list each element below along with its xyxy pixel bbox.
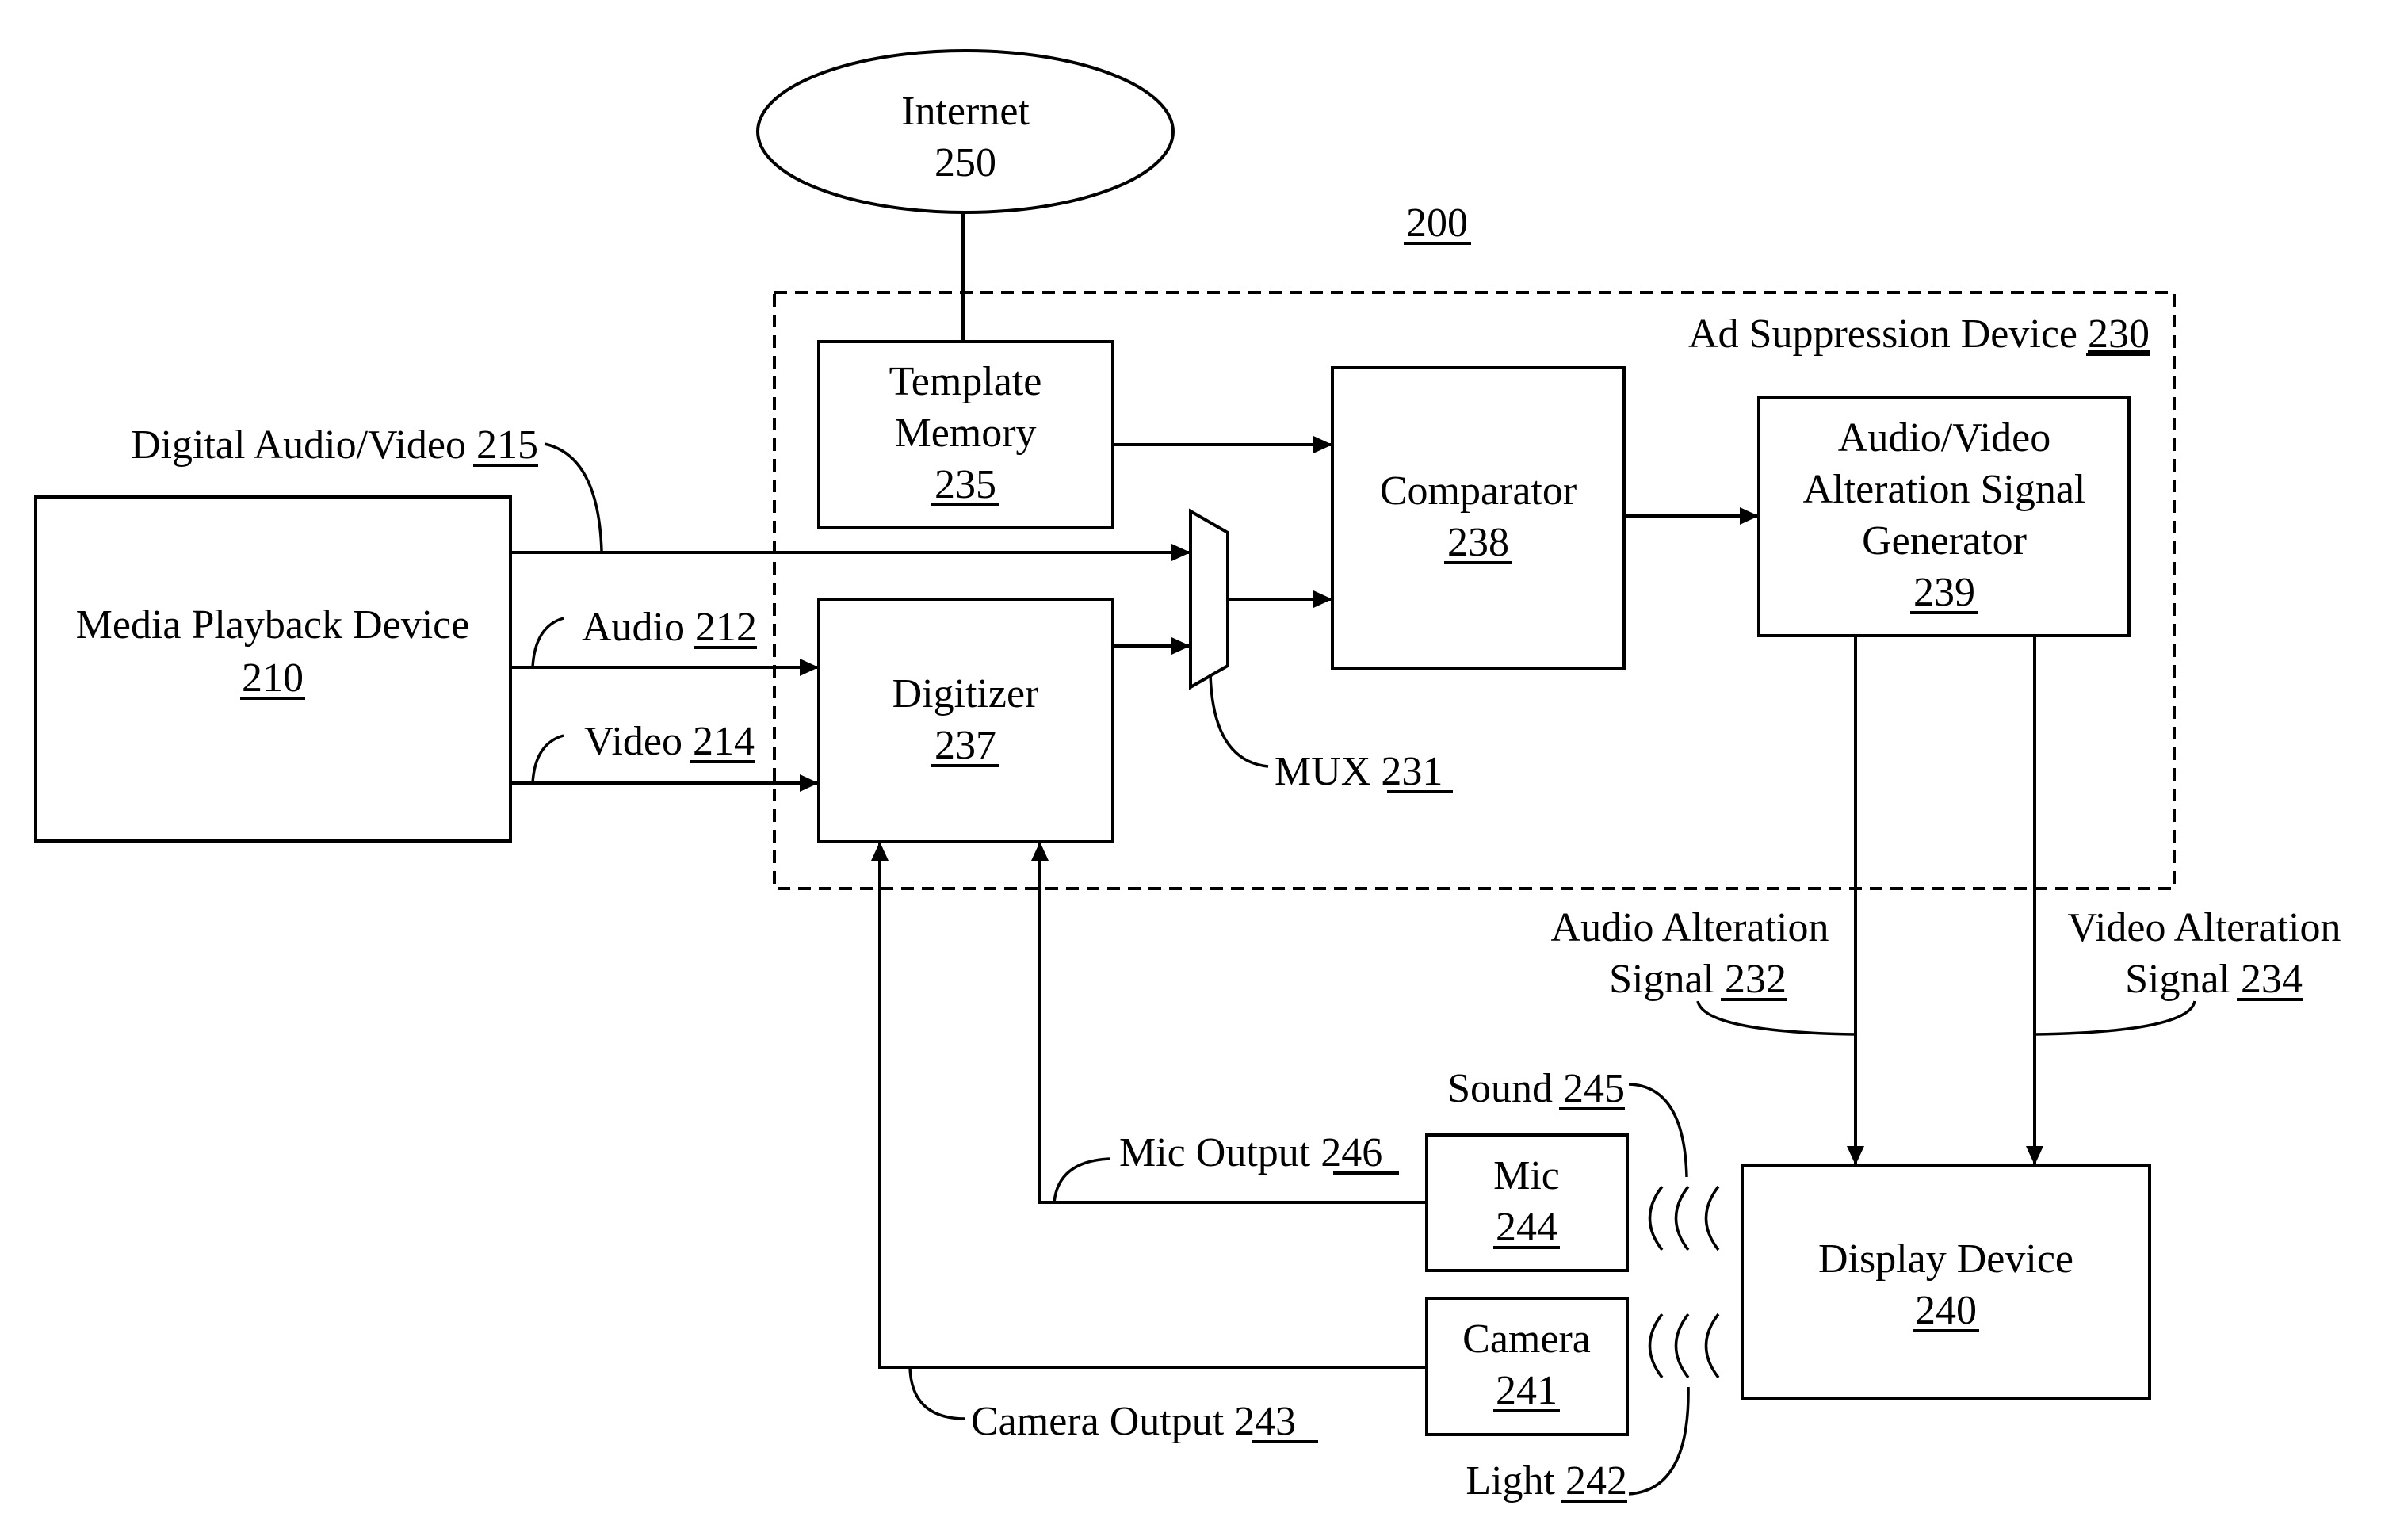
ad-suppression-system-diagram: 200 Internet 250 Ad Suppression Device 2… xyxy=(34,49,2341,1504)
audio-leader xyxy=(531,617,564,668)
digital-av-ref: 215 xyxy=(476,422,538,468)
digital-av-text: Digital Audio/Video 215 xyxy=(131,422,538,468)
camera-output-arrow xyxy=(871,842,1427,1369)
mic-output-label: Mic Output xyxy=(1119,1130,1311,1175)
camera-label: Camera xyxy=(1462,1316,1591,1362)
av-generator-line-1: Audio/Video xyxy=(1838,415,2050,460)
light-wave-arc xyxy=(1704,1313,1720,1379)
av-alteration-generator: Audio/Video Alteration Signal Generator … xyxy=(1757,396,2131,637)
template-memory-ref: 235 xyxy=(934,462,996,507)
video-ref: 214 xyxy=(693,719,755,764)
media-playback-label: Media Playback Device xyxy=(76,602,470,648)
audio-label: Audio xyxy=(582,605,685,650)
av-generator-ref: 239 xyxy=(1913,570,1975,615)
mic-ref: 244 xyxy=(1496,1205,1557,1250)
video-leader xyxy=(531,734,564,784)
template-memory: Template Memory 235 xyxy=(817,340,1114,529)
internet-ref: 250 xyxy=(934,140,996,185)
digitizer-label: Digitizer xyxy=(892,671,1039,717)
mux-leader xyxy=(1209,673,1269,768)
sound-text: Sound 245 xyxy=(1447,1066,1625,1111)
mic-output-leader xyxy=(1053,1157,1110,1203)
template-memory-line-1: Template xyxy=(889,359,1042,404)
sound-wave-arc xyxy=(1674,1185,1690,1251)
video-alteration-ref: 234 xyxy=(2241,957,2303,1002)
video-alteration-signal-word: Signal xyxy=(2125,957,2230,1002)
mic: Mic 244 xyxy=(1425,1133,1629,1272)
video-alteration-leader xyxy=(2034,1000,2196,1036)
display-label: Display Device xyxy=(1818,1236,2073,1282)
light-wave-arc xyxy=(1674,1313,1690,1379)
audio-alteration-leader xyxy=(1696,1000,1856,1036)
video-alteration-line-1: Video Alteration xyxy=(2068,905,2341,950)
mic-label: Mic xyxy=(1493,1153,1560,1198)
digitizer: Digitizer 237 xyxy=(817,598,1114,843)
light-text: Light 242 xyxy=(1466,1458,1627,1504)
comparator-box xyxy=(1331,366,1626,670)
camera-output-label: Camera Output xyxy=(971,1399,1225,1444)
light-waves-icon xyxy=(1648,1313,1720,1379)
camera: Camera 241 xyxy=(1425,1297,1629,1436)
mux-label: MUX xyxy=(1275,749,1370,794)
camera-ref: 241 xyxy=(1496,1368,1557,1413)
display-box xyxy=(1741,1164,2151,1400)
light-ref: 242 xyxy=(1565,1458,1627,1504)
camera-output-text: Camera Output 243 xyxy=(971,1399,1296,1444)
av-generator-line-3: Generator xyxy=(1862,518,2027,564)
internet-node: Internet 250 xyxy=(756,49,1175,214)
camera-output-leader xyxy=(908,1366,966,1420)
audio-alteration-ref: 232 xyxy=(1725,957,1787,1002)
audio-text: Audio 212 xyxy=(582,605,757,650)
audio-ref: 212 xyxy=(695,605,757,650)
display-ref: 240 xyxy=(1915,1288,1977,1333)
sound-waves-icon xyxy=(1648,1185,1720,1251)
sound-ref: 245 xyxy=(1563,1066,1625,1111)
figure-number: 200 xyxy=(1404,201,1471,246)
light-wave-arc xyxy=(1648,1313,1664,1379)
mux-shape xyxy=(1189,508,1229,690)
mic-output-text: Mic Output 246 xyxy=(1119,1130,1382,1175)
audio-alteration-signal-word: Signal xyxy=(1609,957,1714,1002)
mux-ref: 231 xyxy=(1381,749,1443,794)
figure-number-text: 200 xyxy=(1406,201,1468,246)
sound-wave-arc xyxy=(1704,1185,1720,1251)
digital-av-label: Digital Audio/Video xyxy=(131,422,466,468)
video-label: Video xyxy=(584,719,682,764)
sound-label: Sound xyxy=(1447,1066,1553,1111)
mux-text: MUX 231 xyxy=(1275,749,1443,794)
digital-av-leader xyxy=(544,442,603,552)
mux xyxy=(1189,508,1229,690)
internet-label: Internet xyxy=(901,89,1030,134)
display-device: Display Device 240 xyxy=(1741,1164,2151,1400)
template-memory-line-2: Memory xyxy=(894,411,1036,456)
comparator-ref: 238 xyxy=(1447,520,1509,565)
av-generator-line-2: Alteration Signal xyxy=(1803,467,2086,512)
ad-suppression-ref: 230 xyxy=(2088,311,2150,357)
audio-alteration-line-2: Signal 232 xyxy=(1609,957,1787,1002)
comparator-label: Comparator xyxy=(1380,468,1577,514)
media-playback-ref: 210 xyxy=(242,655,304,701)
ad-suppression-label: Ad Suppression Device xyxy=(1688,311,2077,357)
ad-suppression-title: Ad Suppression Device 230 xyxy=(1688,311,2150,357)
light-label: Light xyxy=(1466,1458,1555,1504)
digitizer-box xyxy=(817,598,1114,843)
video-alteration-line-2: Signal 234 xyxy=(2125,957,2303,1002)
camera-output-ref: 243 xyxy=(1234,1399,1296,1444)
audio-alteration-line-1: Audio Alteration xyxy=(1551,905,1829,950)
digitizer-ref: 237 xyxy=(934,723,996,768)
sound-leader xyxy=(1628,1083,1688,1178)
light-leader xyxy=(1628,1386,1690,1496)
comparator: Comparator 238 xyxy=(1331,366,1626,670)
mic-output-ref: 246 xyxy=(1320,1130,1382,1175)
video-text: Video 214 xyxy=(584,719,755,764)
media-playback-device: Media Playback Device 210 xyxy=(34,495,512,843)
sound-wave-arc xyxy=(1648,1185,1664,1251)
